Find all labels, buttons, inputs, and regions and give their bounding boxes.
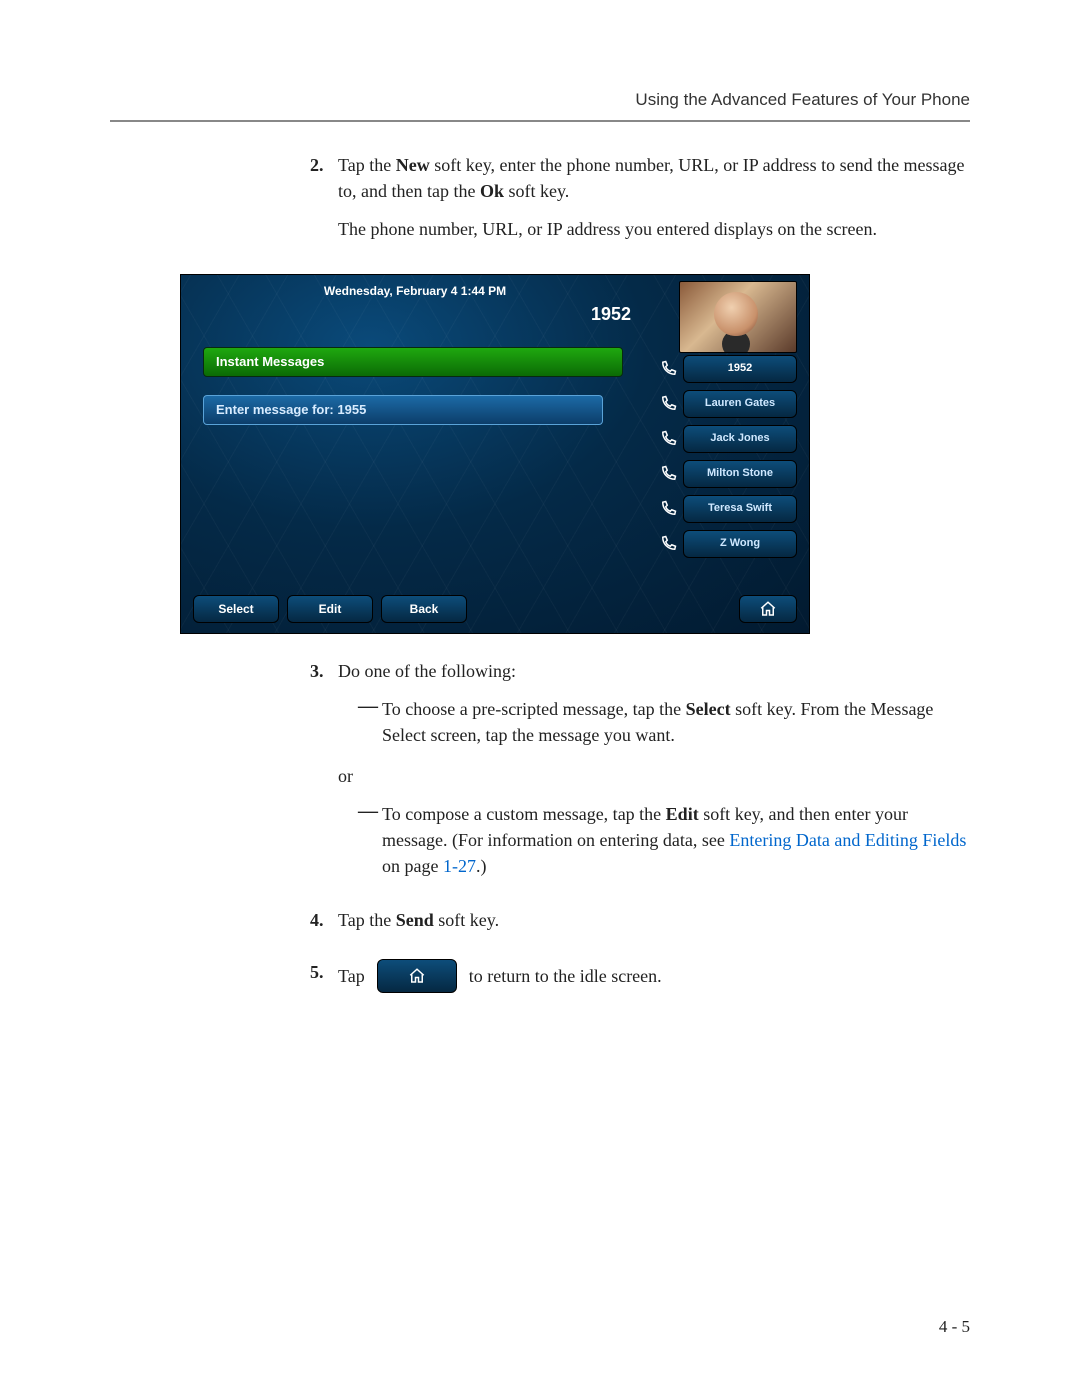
contact-button[interactable]: Milton Stone	[683, 460, 797, 488]
contact-button[interactable]: Jack Jones	[683, 425, 797, 453]
avatar	[679, 281, 797, 353]
step-2: 2. Tap the New soft key, enter the phone…	[310, 152, 970, 254]
select-softkey[interactable]: Select	[193, 595, 279, 623]
contacts-list: 1952 Lauren Gates Jack Jones Milton Ston…	[659, 355, 797, 558]
link-page-ref[interactable]: 1-27	[443, 856, 476, 876]
enter-message-field[interactable]: Enter message for: 1955	[203, 395, 603, 425]
link-entering-data[interactable]: Entering Data and Editing Fields	[729, 830, 966, 850]
step-2-line-1: Tap the New soft key, enter the phone nu…	[338, 152, 970, 204]
contact-button[interactable]: Z Wong	[683, 530, 797, 558]
step-3-option-a: — To choose a pre-scripted message, tap …	[358, 696, 970, 748]
edit-softkey[interactable]: Edit	[287, 595, 373, 623]
contact-button[interactable]: Teresa Swift	[683, 495, 797, 523]
step-5-row: Tap to return to the idle screen.	[338, 959, 970, 993]
phone-datetime: Wednesday, February 4 1:44 PM	[181, 283, 649, 300]
contact-row: Teresa Swift	[659, 495, 797, 523]
step-5-post: to return to the idle screen.	[469, 963, 662, 989]
step-3-or: or	[338, 763, 970, 789]
page-header: Using the Advanced Features of Your Phon…	[110, 90, 970, 110]
home-icon	[408, 967, 426, 985]
contact-row: Z Wong	[659, 530, 797, 558]
step-number: 5.	[310, 959, 338, 993]
home-button-inline[interactable]	[377, 959, 457, 993]
handset-icon	[659, 535, 677, 553]
step-number: 4.	[310, 907, 338, 945]
handset-icon	[659, 395, 677, 413]
contact-row: 1952	[659, 355, 797, 383]
step-number: 2.	[310, 152, 338, 254]
softkey-bar: Select Edit Back	[193, 595, 797, 623]
contact-row: Jack Jones	[659, 425, 797, 453]
back-softkey[interactable]: Back	[381, 595, 467, 623]
contact-button[interactable]: Lauren Gates	[683, 390, 797, 418]
step-3-option-b: — To compose a custom message, tap the E…	[358, 801, 970, 879]
handset-icon	[659, 360, 677, 378]
header-rule	[110, 120, 970, 122]
contact-row: Milton Stone	[659, 460, 797, 488]
contact-button[interactable]: 1952	[683, 355, 797, 383]
phone-screenshot: Wednesday, February 4 1:44 PM 1952 Insta…	[180, 274, 810, 634]
home-softkey[interactable]	[739, 595, 797, 623]
contact-row: Lauren Gates	[659, 390, 797, 418]
handset-icon	[659, 500, 677, 518]
step-5-pre: Tap	[338, 963, 365, 989]
step-3: 3. Do one of the following: — To choose …	[310, 658, 970, 893]
handset-icon	[659, 430, 677, 448]
page-number: 4 - 5	[939, 1317, 970, 1337]
step-4-text: Tap the Send soft key.	[338, 907, 970, 933]
step-2-line-2: The phone number, URL, or IP address you…	[338, 216, 970, 242]
step-4: 4. Tap the Send soft key.	[310, 907, 970, 945]
handset-icon	[659, 465, 677, 483]
instant-messages-header: Instant Messages	[203, 347, 623, 377]
step-number: 3.	[310, 658, 338, 893]
step-5: 5. Tap to return to the idle screen.	[310, 959, 970, 993]
phone-extension: 1952	[181, 301, 649, 327]
home-icon	[759, 600, 777, 618]
step-3-intro: Do one of the following:	[338, 658, 970, 684]
